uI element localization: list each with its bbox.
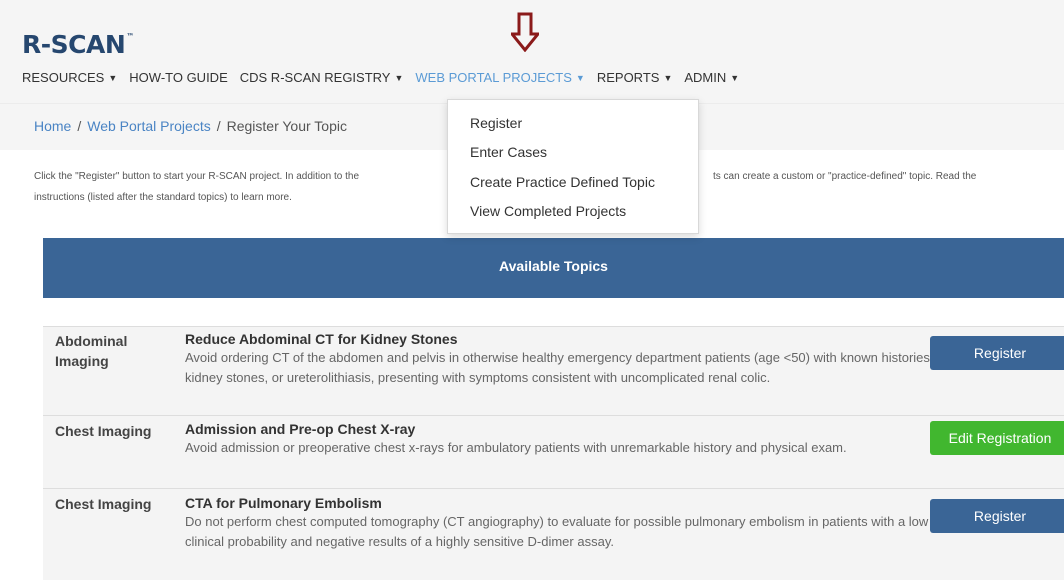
nav-label: REPORTS	[596, 69, 660, 85]
topic-category: Chest Imaging	[55, 496, 152, 512]
caret-down-icon: ▼	[394, 72, 404, 83]
register-button[interactable]: Register	[930, 336, 1064, 370]
intro-line1-left: Click the "Register" button to start you…	[34, 171, 360, 182]
table-subheader	[43, 298, 1064, 327]
menu-item-create-practice-defined-topic[interactable]: Create Practice Defined Topic	[470, 174, 655, 190]
topic-cell: Reduce Abdominal CT for Kidney Stones Av…	[185, 330, 945, 388]
nav-web-portal-projects[interactable]: WEB PORTAL PROJECTS ▼	[415, 70, 584, 85]
topic-cell: CTA for Pulmonary Embolism Do not perfor…	[185, 494, 945, 552]
table-row: Chest Imaging CTA for Pulmonary Embolism…	[43, 489, 1064, 580]
nav-resources[interactable]: RESOURCES ▼	[22, 70, 117, 85]
available-topics-table: Available Topics Abdominal Imaging Reduc…	[43, 238, 1064, 580]
topic-description: Avoid admission or preoperative chest x-…	[185, 440, 847, 455]
menu-item-view-completed-projects[interactable]: View Completed Projects	[470, 203, 626, 219]
table-row: Abdominal Imaging Reduce Abdominal CT fo…	[43, 327, 1064, 416]
table-header: Available Topics	[43, 238, 1064, 298]
register-button[interactable]: Register	[930, 499, 1064, 533]
brand-name: R-SCAN	[22, 30, 126, 59]
breadcrumb-separator: /	[77, 118, 82, 134]
breadcrumb-separator: /	[216, 118, 221, 134]
down-arrow-icon	[511, 12, 539, 52]
topic-title: CTA for Pulmonary Embolism	[185, 495, 382, 511]
menu-item-register[interactable]: Register	[470, 115, 522, 131]
breadcrumb-web-portal-projects[interactable]: Web Portal Projects	[87, 118, 210, 134]
edit-registration-button[interactable]: Edit Registration	[930, 421, 1064, 455]
brand-logo[interactable]: R-SCAN™	[22, 30, 134, 59]
menu-item-enter-cases[interactable]: Enter Cases	[470, 144, 547, 160]
topic-category: Chest Imaging	[55, 423, 152, 439]
nav-cds-registry[interactable]: CDS R-SCAN REGISTRY ▼	[240, 70, 404, 85]
topic-cell: Admission and Pre-op Chest X-ray Avoid a…	[185, 420, 945, 458]
breadcrumb-current: Register Your Topic	[226, 118, 347, 134]
topic-description: Avoid ordering CT of the abdomen and pel…	[185, 350, 945, 385]
nav-how-to-guide[interactable]: HOW-TO GUIDE	[129, 70, 227, 85]
breadcrumb-home[interactable]: Home	[34, 118, 71, 134]
caret-down-icon: ▼	[575, 72, 585, 83]
nav-admin[interactable]: ADMIN ▼	[684, 70, 739, 85]
topic-title: Admission and Pre-op Chest X-ray	[185, 421, 416, 437]
nav-label: RESOURCES	[22, 69, 105, 85]
topic-category: Abdominal Imaging	[55, 333, 128, 369]
topic-description: Do not perform chest computed tomography…	[185, 514, 929, 549]
topic-title: Reduce Abdominal CT for Kidney Stones	[185, 331, 458, 347]
table-title: Available Topics	[499, 258, 608, 274]
web-portal-dropdown-menu: Register Enter Cases Create Practice Def…	[447, 99, 699, 234]
main-nav: RESOURCES ▼ HOW-TO GUIDE CDS R-SCAN REGIS…	[22, 65, 751, 89]
nav-label: ADMIN	[684, 69, 727, 85]
trademark: ™	[126, 32, 134, 41]
caret-down-icon: ▼	[663, 72, 673, 83]
caret-down-icon: ▼	[730, 72, 740, 83]
header-bar: R-SCAN™ RESOURCES ▼ HOW-TO GUIDE CDS R-SC…	[0, 0, 1064, 103]
nav-label: CDS R-SCAN REGISTRY	[239, 69, 391, 85]
intro-line1-right: ts can create a custom or "practice-defi…	[713, 171, 977, 182]
nav-label: HOW-TO GUIDE	[129, 69, 228, 85]
nav-label: WEB PORTAL PROJECTS	[415, 69, 572, 85]
table-row: Chest Imaging Admission and Pre-op Chest…	[43, 416, 1064, 489]
caret-down-icon: ▼	[108, 72, 118, 83]
nav-reports[interactable]: REPORTS ▼	[597, 70, 673, 85]
